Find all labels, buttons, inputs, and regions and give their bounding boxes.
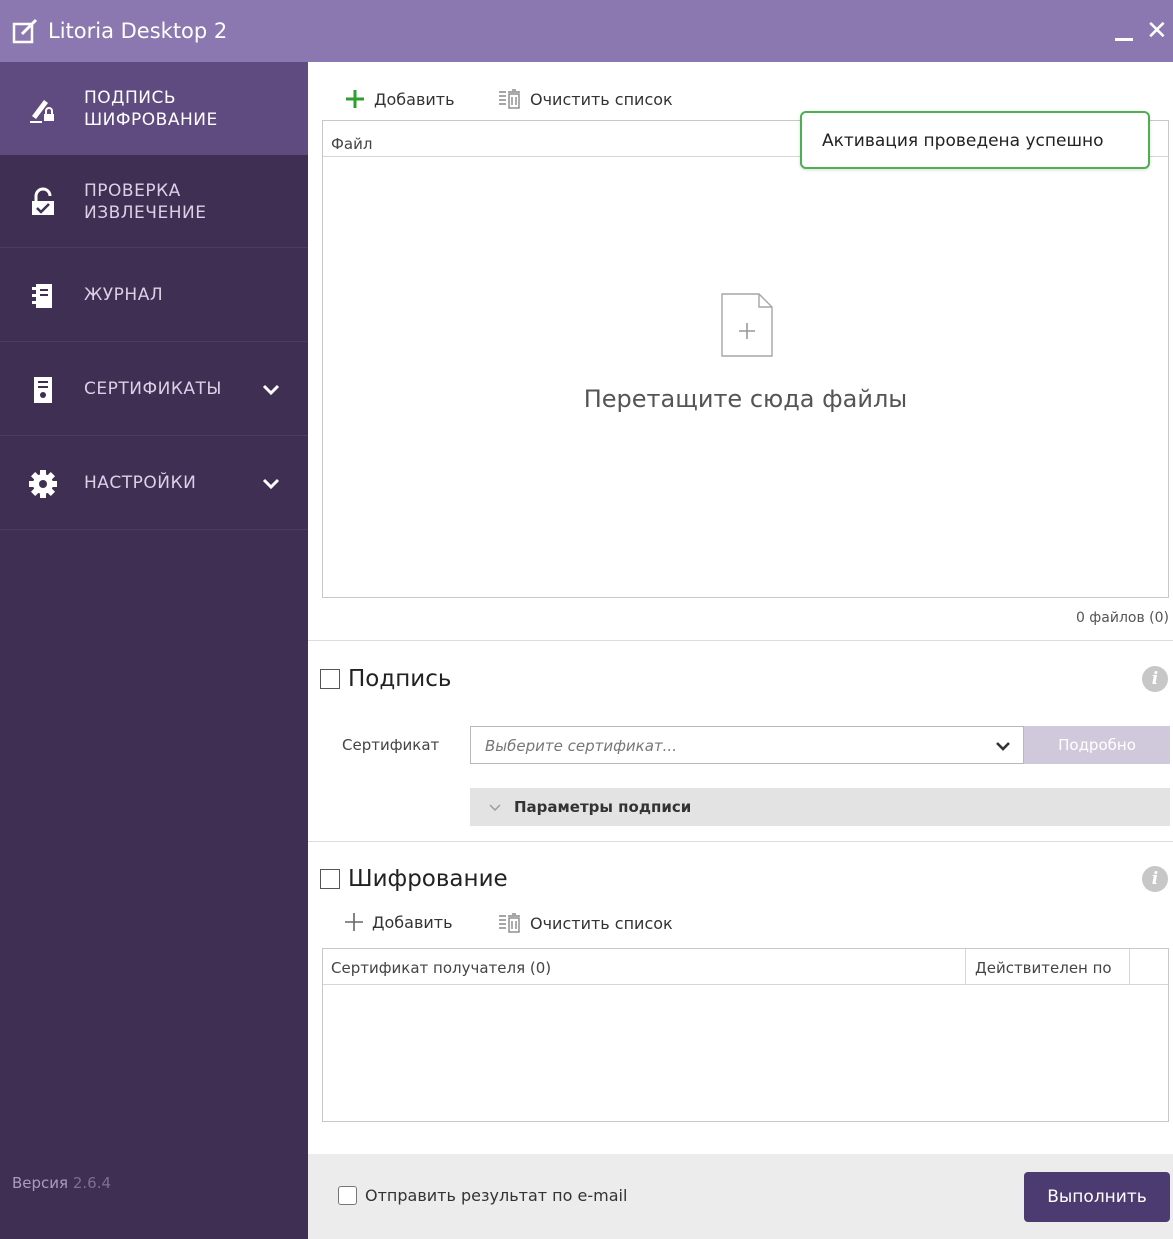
certificate-label: Сертификат [342, 736, 440, 754]
column-recipient-certificate[interactable]: Сертификат получателя (0) [331, 959, 551, 977]
sidebar-item-label: НАСТРОЙКИ [84, 473, 197, 493]
info-icon[interactable]: i [1142, 666, 1168, 692]
signature-toggle[interactable]: Подпись [320, 666, 451, 692]
signature-params-label: Параметры подписи [514, 798, 692, 816]
add-recipient-button[interactable]: Добавить [344, 912, 453, 932]
add-recipient-label: Добавить [372, 912, 453, 932]
sidebar-item-label: ПРОВЕРКА [84, 181, 181, 201]
signature-params-expander[interactable]: Параметры подписи [470, 788, 1170, 826]
signature-checkbox[interactable] [320, 669, 340, 689]
clear-file-list-label: Очистить список [530, 89, 673, 109]
file-count: 0 файлов (0) [1075, 610, 1169, 626]
close-button[interactable]: ✕ [1146, 18, 1168, 44]
chevron-down-icon[interactable] [262, 475, 280, 493]
column-valid-until[interactable]: Действителен по [975, 959, 1112, 977]
file-drop-area[interactable]: Файл Перетащите сюда файлы [322, 120, 1169, 598]
recipient-table: Сертификат получателя (0) Действителен п… [322, 948, 1169, 1122]
column-separator [1129, 949, 1130, 985]
encryption-checkbox[interactable] [320, 869, 340, 889]
clear-list-icon [499, 913, 520, 933]
encryption-toggle[interactable]: Шифрование [320, 866, 508, 892]
send-email-toggle[interactable]: Отправить результат по e-mail [338, 1186, 627, 1205]
clear-recipient-list-button[interactable]: Очистить список [498, 912, 673, 934]
section-divider [308, 640, 1173, 641]
title-bar: Litoria Desktop 2 ✕ [0, 0, 1173, 62]
version-label: Версия 2.6.4 [12, 1174, 111, 1192]
encryption-title: Шифрование [348, 866, 508, 892]
clear-file-list-button[interactable]: Очистить список [498, 88, 673, 110]
activation-toast: Активация проведена успешно [800, 111, 1150, 169]
plus-icon [345, 913, 363, 931]
run-button[interactable]: Выполнить [1024, 1172, 1170, 1222]
sidebar-item-label: ЖУРНАЛ [84, 285, 164, 305]
column-file: Файл [331, 135, 373, 153]
chevron-down-icon [489, 804, 501, 811]
sidebar-item-label: СЕРТИФИКАТЫ [84, 379, 222, 399]
add-file-label: Добавить [374, 89, 455, 109]
certificate-icon [34, 377, 52, 403]
send-email-label: Отправить результат по e-mail [365, 1186, 628, 1205]
footer-bar: Отправить результат по e-mail Выполнить [308, 1154, 1173, 1239]
certificate-select[interactable]: Выберите сертификат... [470, 726, 1024, 764]
journal-icon [32, 284, 52, 308]
details-button[interactable]: Подробно [1024, 726, 1170, 764]
clear-list-icon [499, 89, 520, 109]
send-email-checkbox[interactable] [338, 1186, 357, 1205]
version-number: 2.6.4 [72, 1174, 112, 1192]
minimize-button[interactable] [1112, 14, 1138, 44]
sidebar-item-settings[interactable]: НАСТРОЙКИ [0, 437, 308, 530]
drop-files-text: Перетащите сюда файлы [583, 385, 908, 413]
sidebar-item-sign-encrypt[interactable]: ПОДПИСЬ ШИФРОВАНИЕ [0, 62, 308, 155]
main-panel: Добавить Очистить список Файл Перетащите… [308, 62, 1173, 1239]
unlock-check-icon [32, 187, 54, 215]
signature-title: Подпись [348, 666, 452, 692]
sidebar-item-label: ПОДПИСЬ [84, 88, 176, 108]
sidebar-item-certificates[interactable]: СЕРТИФИКАТЫ [0, 343, 308, 436]
sidebar-item-label: ИЗВЛЕЧЕНИЕ [84, 203, 207, 223]
version-text: Версия [12, 1174, 69, 1192]
certificate-placeholder: Выберите сертификат... [485, 737, 677, 755]
info-icon[interactable]: i [1142, 866, 1168, 892]
window-title: Litoria Desktop 2 [48, 19, 228, 43]
chevron-down-icon[interactable] [262, 381, 280, 399]
gear-icon [29, 470, 57, 498]
sidebar-item-label: ШИФРОВАНИЕ [84, 110, 218, 130]
sidebar: ПОДПИСЬ ШИФРОВАНИЕ ПРОВЕРКА ИЗВЛЕЧЕНИЕ Ж… [0, 62, 308, 1239]
sidebar-item-verify-extract[interactable]: ПРОВЕРКА ИЗВЛЕЧЕНИЕ [0, 155, 308, 248]
recipient-table-header: Сертификат получателя (0) Действителен п… [323, 949, 1168, 985]
toast-message: Активация проведена успешно [822, 131, 1104, 151]
sidebar-item-journal[interactable]: ЖУРНАЛ [0, 249, 308, 342]
app-logo-icon [12, 18, 38, 44]
clear-recipient-list-label: Очистить список [530, 913, 673, 933]
chevron-down-icon [996, 742, 1010, 751]
add-file-button[interactable]: Добавить [344, 88, 455, 110]
plus-icon [346, 90, 364, 108]
section-divider [308, 841, 1173, 842]
column-separator [965, 949, 966, 985]
add-file-document-icon [721, 293, 773, 357]
sign-pen-icon [30, 100, 54, 123]
